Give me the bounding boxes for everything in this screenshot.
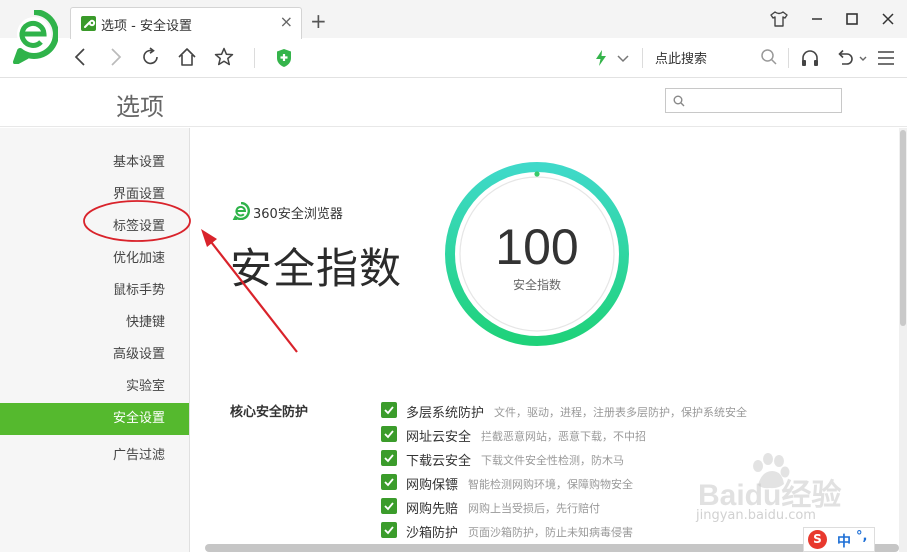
option-name: 网址云安全 <box>406 430 472 445</box>
close-icon[interactable] <box>877 8 899 30</box>
checkbox[interactable] <box>381 402 397 418</box>
security-score-label: 安全指数 <box>512 278 561 292</box>
toolbar-divider <box>788 48 789 68</box>
watermark-url: jingyan.baidu.com <box>696 508 816 523</box>
ime-punctuation: °, <box>856 529 868 544</box>
security-score: 100 <box>495 219 579 275</box>
speed-mode-lightning-icon[interactable] <box>590 47 612 69</box>
checkbox[interactable] <box>381 522 397 538</box>
chevron-down-icon[interactable] <box>612 47 634 69</box>
new-tab-button[interactable]: + <box>310 9 327 33</box>
option-name: 下载云安全 <box>406 454 472 469</box>
sidebar-item-ad-filter[interactable]: 广告过滤 <box>0 440 189 472</box>
headphone-icon[interactable] <box>799 47 821 69</box>
favorite-star-icon[interactable] <box>213 46 235 68</box>
option-desc: 拦截恶意网站，恶意下载，不中招 <box>481 430 646 443</box>
checkbox[interactable] <box>381 426 397 442</box>
horizontal-scrollbar[interactable] <box>205 544 899 552</box>
checkbox[interactable] <box>381 498 397 514</box>
sidebar-item-optimize[interactable]: 优化加速 <box>0 243 189 275</box>
checkbox[interactable] <box>381 450 397 466</box>
search-icon[interactable] <box>758 46 780 68</box>
sidebar-item-security[interactable]: 安全设置 <box>0 403 189 435</box>
menu-icon[interactable] <box>875 47 897 69</box>
refresh-icon[interactable] <box>140 46 162 68</box>
scrollbar-thumb[interactable] <box>900 130 906 326</box>
sidebar-item-mouse-gestures[interactable]: 鼠标手势 <box>0 275 189 307</box>
annotation-arrowhead <box>201 229 217 247</box>
minimize-icon[interactable] <box>806 8 828 30</box>
browser-logo-icon <box>232 202 250 220</box>
option-desc: 智能检测网购环境，保障购物安全 <box>468 478 633 491</box>
maximize-icon[interactable] <box>841 8 863 30</box>
vertical-scrollbar[interactable] <box>899 128 907 552</box>
settings-header: 选项 <box>0 78 907 127</box>
security-heading: 安全指数 <box>230 244 403 293</box>
browser-window: 选项 - 安全设置 × + 点此搜索 选项 基本设置 界面设置 标签设置 优化加… <box>0 0 907 552</box>
option-name: 网购保镖 <box>406 478 459 493</box>
option-desc: 页面沙箱防护，防止未知病毒侵害 <box>468 526 633 539</box>
skin-shirt-icon[interactable] <box>768 8 790 30</box>
toolbar-divider <box>254 48 255 68</box>
sidebar-item-shortcuts[interactable]: 快捷键 <box>0 307 189 339</box>
back-icon[interactable] <box>70 46 92 68</box>
option-name: 多层系统防护 <box>406 406 485 421</box>
browser-logo-icon[interactable] <box>10 10 58 64</box>
ime-indicator[interactable]: S 中 °, <box>803 527 875 552</box>
tab-options[interactable]: 选项 - 安全设置 × <box>70 7 302 39</box>
checkbox[interactable] <box>381 474 397 490</box>
settings-sidebar: 基本设置 界面设置 标签设置 优化加速 鼠标手势 快捷键 高级设置 实验室 安全… <box>0 128 190 552</box>
search-box[interactable]: 点此搜索 <box>655 48 707 67</box>
chevron-down-icon[interactable] <box>852 47 874 69</box>
sidebar-item-tabs[interactable]: 标签设置 <box>0 211 189 243</box>
wrench-icon <box>81 16 96 31</box>
sidebar-item-basic[interactable]: 基本设置 <box>0 147 189 179</box>
brand-name: 360安全浏览器 <box>253 207 343 222</box>
home-icon[interactable] <box>176 46 198 68</box>
page-title: 选项 <box>116 93 164 121</box>
search-icon <box>673 95 685 107</box>
option-desc: 网购上当受损后，先行赔付 <box>468 502 600 515</box>
option-name: 网购先赔 <box>406 502 459 517</box>
toolbar-divider <box>642 48 643 68</box>
option-desc: 下载文件安全性检测，防木马 <box>481 454 624 467</box>
sidebar-item-advanced[interactable]: 高级设置 <box>0 339 189 371</box>
tab-title: 选项 - 安全设置 <box>101 19 192 34</box>
option-name: 沙箱防护 <box>406 526 459 541</box>
forward-icon[interactable] <box>104 46 126 68</box>
ime-mode: 中 <box>837 534 851 550</box>
sidebar-item-interface[interactable]: 界面设置 <box>0 179 189 211</box>
core-protection-label: 核心安全防护 <box>230 405 309 420</box>
tab-close-button[interactable]: × <box>280 12 293 31</box>
option-desc: 文件，驱动，进程，注册表多层防护，保护系统安全 <box>494 406 747 419</box>
sidebar-item-lab[interactable]: 实验室 <box>0 371 189 403</box>
settings-search-input[interactable] <box>665 88 842 113</box>
sogou-ime-icon: S <box>808 530 827 549</box>
security-shield-icon[interactable] <box>273 47 295 69</box>
